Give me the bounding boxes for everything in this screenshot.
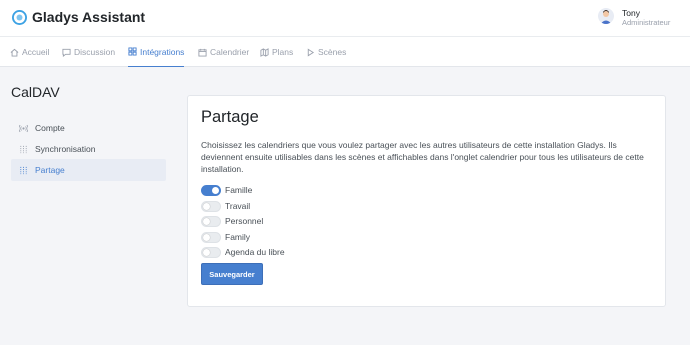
map-icon [260, 47, 269, 57]
sidebar-item-compte[interactable]: Compte [11, 117, 166, 139]
nav-item-label: Plans [272, 47, 294, 57]
toggle-label: Personnel [225, 216, 264, 226]
card-description: Choisissez les calendriers que vous voul… [201, 140, 644, 174]
top-header: Gladys Assistant Tony Administrateur [0, 0, 690, 37]
user-name: Tony [622, 8, 640, 18]
grid-icon [128, 47, 137, 56]
toggle-label: Agenda du libre [225, 247, 285, 257]
toggle-knob [203, 233, 210, 241]
calendar-toggle-personnel[interactable]: Personnel [201, 215, 263, 227]
message-square-icon [62, 48, 71, 57]
toggle-knob [203, 202, 210, 210]
sidebar-item-label: Synchronisation [35, 144, 96, 154]
sidebar-item-label: Compte [35, 123, 65, 133]
toggle-label: Family [225, 232, 251, 242]
toggle-knob [212, 186, 219, 194]
app-brand[interactable]: Gladys Assistant [32, 9, 145, 25]
nav-item-integrations[interactable]: Intégrations [128, 37, 185, 67]
toggle-knob [203, 248, 210, 256]
gladys-logo[interactable] [12, 10, 27, 25]
calendar-toggle-famille[interactable]: Famille [201, 184, 252, 196]
nav-item-label: Discussion [74, 47, 116, 57]
user-role: Administrateur [622, 18, 671, 27]
nav-item-plans[interactable]: Plans [260, 37, 293, 67]
radio-icon [19, 124, 28, 132]
sidebar-item-synchronisation[interactable]: Synchronisation [11, 138, 166, 160]
toggle-label: Travail [225, 201, 251, 211]
user-menu[interactable]: Tony Administrateur [598, 5, 690, 33]
calendar-toggle-travail[interactable]: Travail [201, 200, 250, 212]
user-avatar-icon [600, 10, 612, 24]
sliders-icon [20, 145, 27, 153]
nav-item-discussion[interactable]: Discussion [62, 37, 115, 67]
toggle-label: Famille [225, 185, 253, 195]
calendar-toggle-family[interactable]: Family [201, 231, 250, 243]
toggle-switch[interactable] [201, 200, 221, 212]
sidebar-title: CalDAV [11, 84, 60, 100]
nav-item-label: Intégrations [140, 46, 185, 57]
toggle-switch[interactable] [201, 231, 221, 243]
nav-item-calendrier[interactable]: Calendrier [198, 37, 249, 67]
toggle-switch[interactable] [201, 215, 221, 227]
home-icon [10, 48, 19, 57]
toggle-knob [203, 217, 210, 225]
share-card: Partage Choisissez les calendriers que v… [187, 95, 666, 307]
nav-item-label: Scènes [318, 47, 347, 57]
nav-item-scenes[interactable]: Scènes [306, 37, 346, 67]
calendar-toggle-agenda-du-libre[interactable]: Agenda du libre [201, 246, 285, 258]
nav-item-accueil[interactable]: Accueil [10, 37, 49, 67]
save-button[interactable]: Sauvegarder [201, 263, 263, 285]
sidebar-item-label: Partage [35, 165, 65, 175]
play-icon [307, 48, 315, 56]
toggle-switch[interactable] [201, 246, 221, 258]
nav-item-label: Accueil [22, 47, 50, 57]
toggle-switch[interactable] [201, 184, 221, 196]
nav-item-label: Calendrier [210, 47, 250, 57]
sliders-icon [20, 166, 27, 174]
calendar-icon [198, 48, 207, 57]
avatar[interactable] [598, 8, 614, 24]
sidebar-item-partage[interactable]: Partage [11, 159, 166, 181]
main-nav: Accueil Discussion Intégrations Calendri… [0, 37, 690, 67]
card-title: Partage [201, 108, 259, 126]
